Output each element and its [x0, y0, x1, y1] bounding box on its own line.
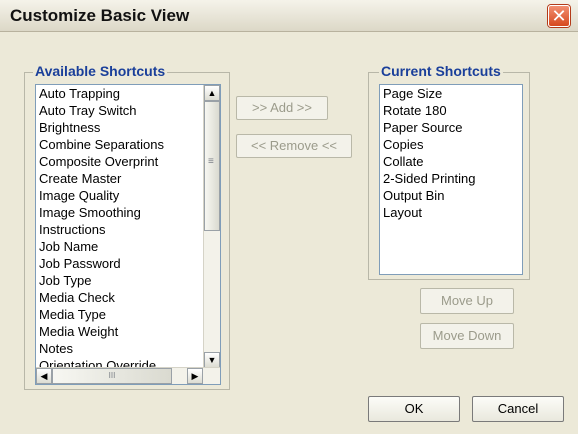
list-item[interactable]: Media Check [36, 289, 202, 306]
move-down-button[interactable]: Move Down [420, 323, 514, 349]
chevron-up-icon: ▲ [207, 88, 217, 98]
list-item[interactable]: 2-Sided Printing [380, 170, 522, 187]
title-bar: Customize Basic View ✕ [0, 0, 578, 32]
close-button[interactable]: ✕ [548, 5, 570, 27]
horizontal-scroll-thumb[interactable]: III [52, 368, 172, 384]
list-item[interactable]: Combine Separations [36, 136, 202, 153]
list-item[interactable]: Image Quality [36, 187, 202, 204]
list-item[interactable]: Create Master [36, 170, 202, 187]
cancel-button[interactable]: Cancel [472, 396, 564, 422]
list-item[interactable]: Rotate 180 [380, 102, 522, 119]
dialog-title: Customize Basic View [10, 6, 190, 25]
close-icon: ✕ [551, 6, 567, 26]
chevron-left-icon: ◀ [40, 371, 48, 381]
list-item[interactable]: Layout [380, 204, 522, 221]
list-item[interactable]: Copies [380, 136, 522, 153]
move-up-button[interactable]: Move Up [420, 288, 514, 314]
current-shortcuts-list[interactable]: Page Size Rotate 180 Paper Source Copies… [379, 84, 523, 275]
list-item[interactable]: Job Type [36, 272, 202, 289]
dialog-window: Customize Basic View ✕ Available Shortcu… [0, 0, 578, 434]
list-item[interactable]: Page Size [380, 85, 522, 102]
chevron-right-icon: ▶ [191, 371, 199, 381]
grip-icon: III [108, 371, 116, 380]
list-item[interactable]: Image Smoothing [36, 204, 202, 221]
list-item[interactable]: Media Type [36, 306, 202, 323]
chevron-down-icon: ▼ [207, 355, 217, 365]
available-shortcuts-list[interactable]: Auto Trapping Auto Tray Switch Brightnes… [35, 84, 221, 385]
list-item[interactable]: Composite Overprint [36, 153, 202, 170]
list-item[interactable]: Job Password [36, 255, 202, 272]
list-item[interactable]: Notes [36, 340, 202, 357]
current-shortcuts-label: Current Shortcuts [379, 63, 503, 79]
scroll-thumb[interactable]: ≡ [204, 101, 220, 231]
list-item[interactable]: Output Bin [380, 187, 522, 204]
available-shortcuts-label: Available Shortcuts [33, 63, 168, 79]
list-item[interactable]: Brightness [36, 119, 202, 136]
grip-icon: ≡ [208, 156, 214, 167]
scroll-right-button[interactable]: ▶ [187, 368, 203, 384]
list-item[interactable]: Auto Trapping [36, 85, 202, 102]
list-item[interactable]: Collate [380, 153, 522, 170]
list-item[interactable]: Paper Source [380, 119, 522, 136]
available-shortcuts-group: Available Shortcuts Auto Trapping Auto T… [24, 63, 230, 390]
available-list-items: Auto Trapping Auto Tray Switch Brightnes… [36, 85, 202, 374]
list-item[interactable]: Media Weight [36, 323, 202, 340]
scroll-left-button[interactable]: ◀ [36, 368, 52, 384]
list-item[interactable]: Job Name [36, 238, 202, 255]
ok-button[interactable]: OK [368, 396, 460, 422]
list-item[interactable]: Instructions [36, 221, 202, 238]
remove-button[interactable]: << Remove << [236, 134, 352, 158]
scroll-up-button[interactable]: ▲ [204, 85, 220, 101]
available-horizontal-scrollbar[interactable]: ◀ III ▶ [36, 367, 220, 384]
available-vertical-scrollbar[interactable]: ▲ ≡ ▼ [203, 85, 220, 368]
list-item[interactable]: Auto Tray Switch [36, 102, 202, 119]
current-shortcuts-group: Current Shortcuts Page Size Rotate 180 P… [368, 63, 530, 280]
add-button[interactable]: >> Add >> [236, 96, 328, 120]
scroll-down-button[interactable]: ▼ [204, 352, 220, 368]
